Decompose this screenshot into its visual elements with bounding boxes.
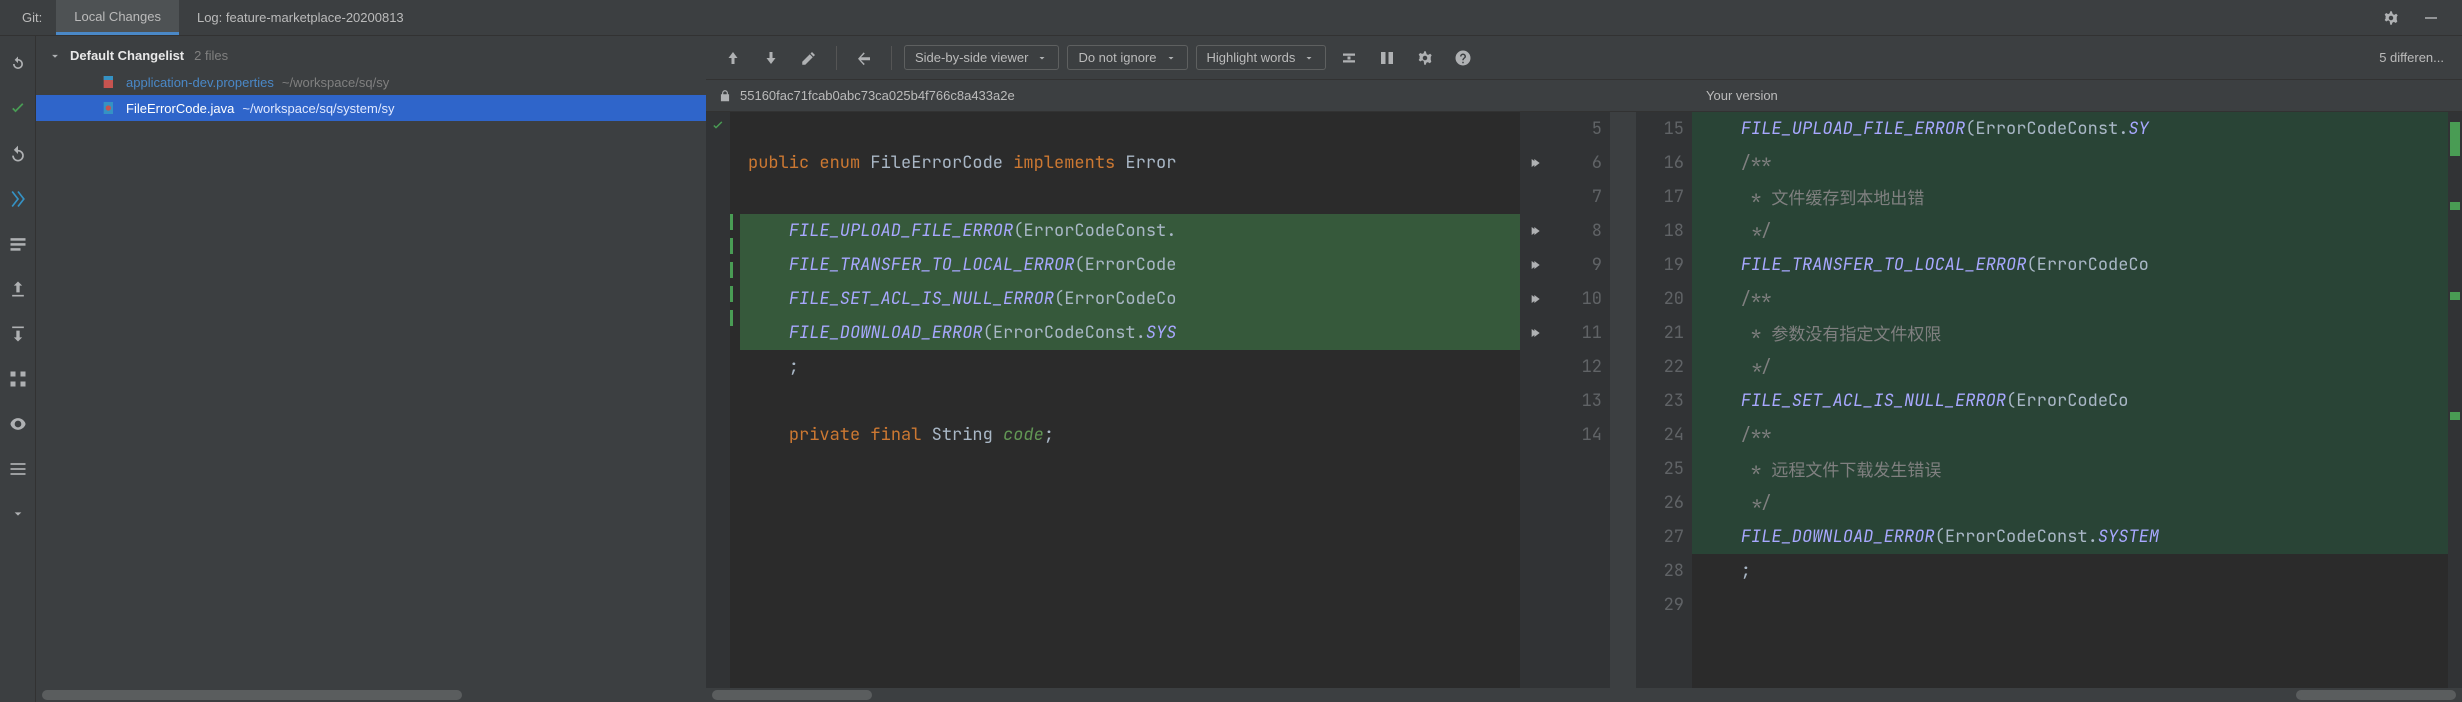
error-stripe[interactable] [2448,112,2462,688]
apply-right-icon[interactable] [1529,223,1545,239]
code-line[interactable]: private final String code; [740,418,1520,452]
diff-connector [1610,112,1636,688]
chevron-down-icon [1036,52,1048,64]
code-line[interactable]: */ [1692,214,2448,248]
edit-icon[interactable] [794,43,824,73]
push-icon[interactable] [8,279,28,302]
collapse-unchanged-icon[interactable] [1334,43,1364,73]
file-path: ~/workspace/sq/system/sy [242,101,394,116]
prev-diff-icon[interactable] [718,43,748,73]
apply-right-icon[interactable] [1529,257,1545,273]
file-icon [100,73,118,91]
sync-scroll-icon[interactable] [1372,43,1402,73]
chevron-down-icon [48,49,62,63]
h-scrollbar-changes[interactable] [42,690,462,700]
code-line[interactable]: * 参数没有指定文件权限 [1692,316,2448,350]
code-line[interactable]: * 文件缓存到本地出错 [1692,180,2448,214]
gear-icon[interactable] [2378,5,2404,31]
diff-left-pane[interactable]: public enum FileErrorCode implements Err… [706,112,1520,688]
file-icon [100,99,118,117]
code-line[interactable]: * 远程文件下载发生错误 [1692,452,2448,486]
code-line[interactable] [740,112,1520,146]
commit-check-icon[interactable] [8,99,28,122]
unshelve-icon[interactable] [8,324,28,347]
diff-count: 5 differen... [2379,50,2450,65]
whitespace-dropdown[interactable]: Do not ignore [1067,45,1187,70]
code-line[interactable] [740,180,1520,214]
changelist-title: Default Changelist [70,48,184,63]
apply-right-icon[interactable] [1529,291,1545,307]
minimize-icon[interactable] [2418,5,2444,31]
tab-local-changes[interactable]: Local Changes [56,0,179,35]
chevron-down-icon [1303,52,1315,64]
code-line[interactable]: */ [1692,350,2448,384]
code-line[interactable]: public enum FileErrorCode implements Err… [740,146,1520,180]
code-line[interactable]: FILE_SET_ACL_IS_NULL_ERROR(ErrorCodeCo [1692,384,2448,418]
code-line[interactable]: FILE_SET_ACL_IS_NULL_ERROR(ErrorCodeCo [740,282,1520,316]
help-icon[interactable] [1448,43,1478,73]
viewer-dropdown[interactable]: Side-by-side viewer [904,45,1059,70]
git-label: Git: [8,10,56,25]
code-line[interactable]: ; [740,350,1520,384]
code-line[interactable] [740,384,1520,418]
code-line[interactable]: FILE_DOWNLOAD_ERROR(ErrorCodeConst.SYSTE… [1692,520,2448,554]
lock-icon [718,89,732,103]
check-icon [710,118,726,134]
code-line[interactable]: FILE_UPLOAD_FILE_ERROR(ErrorCodeConst.SY [1692,112,2448,146]
file-item-java[interactable]: FileErrorCode.java ~/workspace/sq/system… [36,95,706,121]
changes-panel: Default Changelist 2 files application-d… [36,36,706,702]
revision-hash: 55160fac71fcab0abc73ca025b4f766c8a433a2e [740,88,1015,103]
code-line[interactable]: FILE_TRANSFER_TO_LOCAL_ERROR(ErrorCode [740,248,1520,282]
code-line[interactable]: FILE_DOWNLOAD_ERROR(ErrorCodeConst.SYS [740,316,1520,350]
code-line[interactable]: /** [1692,418,2448,452]
preview-icon[interactable] [8,414,28,437]
diff-headers: 55160fac71fcab0abc73ca025b4f766c8a433a2e… [706,80,2462,112]
file-name: FileErrorCode.java [126,101,234,116]
code-line[interactable]: ; [1692,554,2448,588]
h-scrollbar-left-diff[interactable] [712,690,872,700]
more-icon[interactable] [8,504,28,527]
tab-log[interactable]: Log: feature-marketplace-20200813 [179,0,422,35]
file-name: application-dev.properties [126,75,274,90]
file-item-properties[interactable]: application-dev.properties ~/workspace/s… [36,69,706,95]
code-line[interactable]: /** [1692,282,2448,316]
back-icon[interactable] [849,43,879,73]
changelist-node[interactable]: Default Changelist 2 files [36,36,706,69]
refresh-icon[interactable] [8,54,28,77]
code-line[interactable]: */ [1692,486,2448,520]
diff-toolbar: Side-by-side viewer Do not ignore Highli… [706,36,2462,80]
your-version-label: Your version [1706,88,1778,103]
highlight-dropdown[interactable]: Highlight words [1196,45,1327,70]
shelve-icon[interactable] [8,189,28,212]
next-diff-icon[interactable] [756,43,786,73]
code-line[interactable]: FILE_UPLOAD_FILE_ERROR(ErrorCodeConst. [740,214,1520,248]
group-by-icon[interactable] [8,369,28,392]
git-topbar: Git: Local Changes Log: feature-marketpl… [0,0,2462,36]
file-path: ~/workspace/sq/sy [282,75,389,90]
chevron-down-icon [1165,52,1177,64]
tool-gutter [0,36,36,702]
apply-right-icon[interactable] [1529,155,1545,171]
diff-area: Side-by-side viewer Do not ignore Highli… [706,36,2462,702]
gear-icon[interactable] [1410,43,1440,73]
h-scrollbar-right-diff[interactable] [2296,690,2456,700]
file-count: 2 files [194,48,228,63]
changelist-icon[interactable] [8,234,28,257]
code-line[interactable] [1692,588,2448,622]
expand-all-icon[interactable] [8,459,28,482]
code-line[interactable]: FILE_TRANSFER_TO_LOCAL_ERROR(ErrorCodeCo [1692,248,2448,282]
diff-right-pane[interactable]: FILE_UPLOAD_FILE_ERROR(ErrorCodeConst.SY… [1692,112,2462,688]
code-line[interactable]: /** [1692,146,2448,180]
apply-right-icon[interactable] [1529,325,1545,341]
rollback-icon[interactable] [8,144,28,167]
diff-body: public enum FileErrorCode implements Err… [706,112,2462,688]
